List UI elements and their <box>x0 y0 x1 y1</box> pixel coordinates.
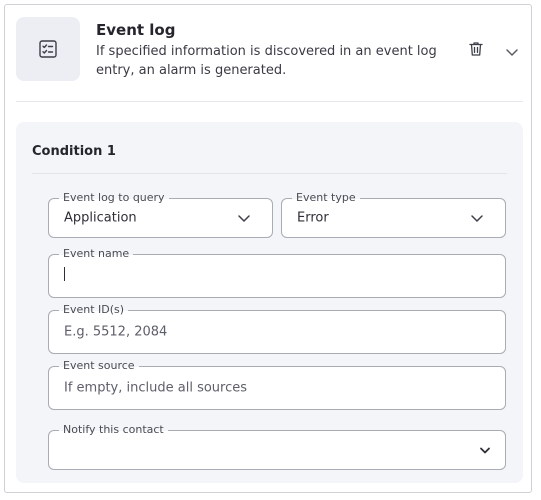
event-log-to-query-label: Event log to query <box>59 191 169 205</box>
event-type-label: Event type <box>292 191 360 205</box>
header-divider <box>16 101 523 102</box>
event-type-select[interactable]: Event type Error <box>281 191 506 238</box>
event-log-to-query-select[interactable]: Event log to query Application <box>48 191 273 238</box>
event-log-card: Event log If specified information is di… <box>4 4 532 493</box>
event-source-placeholder: If empty, include all sources <box>64 380 248 396</box>
condition-title: Condition 1 <box>32 144 116 159</box>
event-ids-label: Event ID(s) <box>59 303 129 317</box>
event-ids-input[interactable]: Event ID(s) E.g. 5512, 2084 <box>48 303 506 354</box>
card-description: If specified information is discovered i… <box>96 44 437 78</box>
event-name-label: Event name <box>59 247 134 261</box>
condition-divider <box>32 173 507 174</box>
event-source-label: Event source <box>59 359 139 373</box>
card-header: Event log If specified information is di… <box>5 5 531 105</box>
card-title: Event log <box>96 21 176 39</box>
event-source-input[interactable]: Event source If empty, include all sourc… <box>48 359 506 410</box>
condition-panel: Condition 1 Event log to query Applicati… <box>16 122 523 483</box>
notify-contact-label: Notify this contact <box>59 423 168 437</box>
collapse-button[interactable] <box>501 41 523 63</box>
text-caret <box>64 267 65 281</box>
event-ids-placeholder: E.g. 5512, 2084 <box>64 324 168 340</box>
event-type-value: Error <box>297 210 329 226</box>
chevron-down-icon <box>477 442 493 458</box>
trash-icon <box>469 42 483 56</box>
chevron-down-icon <box>236 210 252 226</box>
event-name-input[interactable]: Event name <box>48 247 506 298</box>
notify-contact-select[interactable]: Notify this contact <box>48 423 506 470</box>
event-log-to-query-value: Application <box>64 210 137 226</box>
checklist-icon <box>16 17 80 81</box>
event-name-value <box>64 267 65 285</box>
chevron-down-icon <box>469 210 485 226</box>
delete-button[interactable] <box>465 38 487 60</box>
chevron-down-icon <box>506 49 518 56</box>
